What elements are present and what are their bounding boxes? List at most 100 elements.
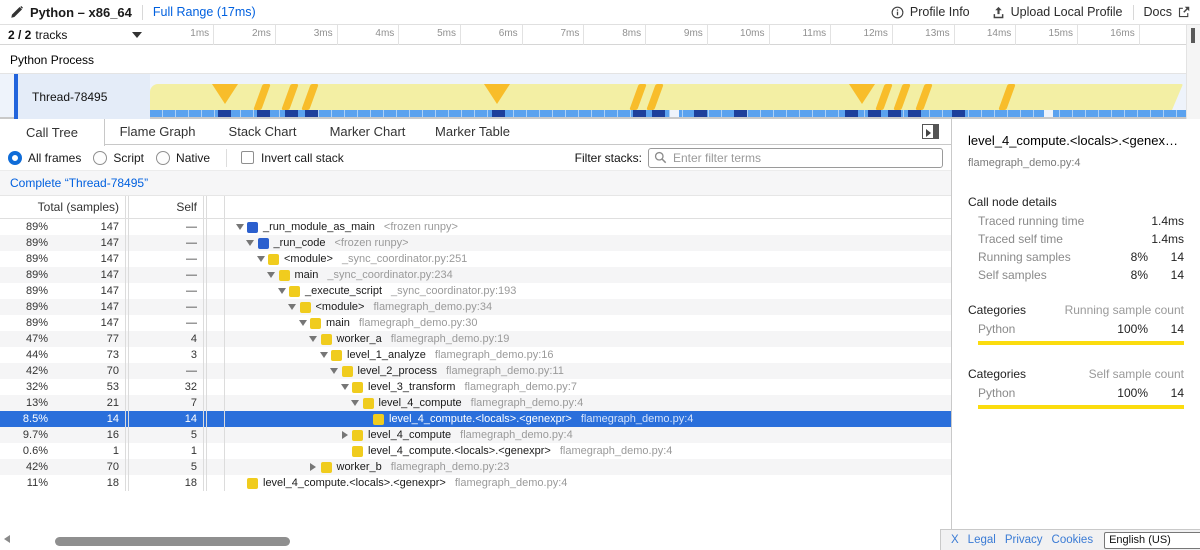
- category-color-icon: [321, 334, 332, 345]
- marker-slash-icon[interactable]: [915, 84, 932, 110]
- collapse-toggle-icon[interactable]: [286, 304, 299, 310]
- marker-slash-icon[interactable]: [253, 84, 270, 110]
- call-tree-row[interactable]: 9.7%165level_4_computeflamegraph_demo.py…: [0, 427, 951, 443]
- time-tick-label: 8ms: [583, 28, 641, 39]
- call-tree-row[interactable]: 89%147—_run_code<frozen runpy>: [0, 235, 951, 251]
- call-tree-row[interactable]: 89%147—<module>flamegraph_demo.py:34: [0, 299, 951, 315]
- call-tree-row[interactable]: 32%5332level_3_transformflamegraph_demo.…: [0, 379, 951, 395]
- collapse-toggle-icon[interactable]: [244, 240, 257, 246]
- categories-subtitle: Self sample count: [1089, 367, 1184, 381]
- call-tree-row[interactable]: 89%147—main_sync_coordinator.py:234: [0, 267, 951, 283]
- radio-script[interactable]: [93, 151, 107, 165]
- marker-slash-icon[interactable]: [646, 84, 663, 110]
- collapse-toggle-icon[interactable]: [265, 272, 278, 278]
- triangle-down-icon: [341, 384, 349, 390]
- call-tree-row[interactable]: 89%147—_execute_script_sync_coordinator.…: [0, 283, 951, 299]
- collapse-toggle-icon[interactable]: [275, 288, 288, 294]
- marker-slash-icon[interactable]: [629, 84, 646, 110]
- dense-samples-segment: [652, 110, 665, 117]
- upload-profile-button[interactable]: Upload Local Profile: [992, 5, 1123, 19]
- category-color-icon: [321, 462, 332, 473]
- call-tree-row[interactable]: 89%147—mainflamegraph_demo.py:30: [0, 315, 951, 331]
- tracks-dropdown[interactable]: 2 / 2 tracks: [0, 25, 150, 45]
- thread-activity-graph[interactable]: [150, 74, 1186, 119]
- divider: [142, 5, 143, 20]
- radio-label[interactable]: All frames: [28, 151, 81, 165]
- profile-info-button[interactable]: Profile Info: [891, 5, 970, 19]
- process-track-header[interactable]: Python Process: [0, 46, 1200, 74]
- collapse-toggle-icon[interactable]: [233, 224, 246, 230]
- marker-slash-icon[interactable]: [301, 84, 318, 110]
- breadcrumb-root-link[interactable]: Complete “Thread-78495”: [10, 176, 148, 190]
- expand-toggle-icon[interactable]: [307, 463, 320, 471]
- footer-link-privacy[interactable]: Privacy: [1005, 534, 1043, 546]
- thread-track-label[interactable]: Thread-78495: [18, 74, 150, 119]
- footer-link-cookies[interactable]: Cookies: [1052, 534, 1094, 546]
- column-header-total[interactable]: Total (samples): [0, 200, 125, 214]
- marker-slash-icon[interactable]: [893, 84, 910, 110]
- cell-function: level_4_computeflamegraph_demo.py:4: [225, 427, 951, 443]
- footer-link-x[interactable]: X: [951, 534, 959, 546]
- call-tree-row[interactable]: 47%774worker_aflamegraph_demo.py:19: [0, 331, 951, 347]
- marker-slash-icon[interactable]: [281, 84, 298, 110]
- radio-native[interactable]: [156, 151, 170, 165]
- scroll-left-arrow-icon[interactable]: [4, 535, 10, 543]
- call-tree-row[interactable]: 89%147—_run_module_as_main<frozen runpy>: [0, 219, 951, 235]
- thread-track[interactable]: Thread-78495: [0, 74, 1200, 119]
- profile-title[interactable]: Python – x86_64: [30, 5, 132, 20]
- triangle-right-icon: [310, 463, 316, 471]
- tab-marker-chart[interactable]: Marker Chart: [315, 119, 420, 144]
- radio-all-frames[interactable]: [8, 151, 22, 165]
- collapse-toggle-icon[interactable]: [349, 400, 362, 406]
- marker-slash-icon[interactable]: [998, 84, 1015, 110]
- docs-link[interactable]: Docs: [1144, 5, 1190, 19]
- cell-function: level_4_compute.<locals>.<genexpr>flameg…: [225, 475, 951, 491]
- horizontal-scrollbar-thumb[interactable]: [55, 537, 290, 546]
- invert-call-stack-checkbox[interactable]: [241, 151, 254, 164]
- marker-slash-icon[interactable]: [875, 84, 892, 110]
- call-tree-row[interactable]: 8.5%1414level_4_compute.<locals>.<genexp…: [0, 411, 951, 427]
- call-tree-row[interactable]: 11%1818level_4_compute.<locals>.<genexpr…: [0, 475, 951, 491]
- collapse-toggle-icon[interactable]: [254, 256, 267, 262]
- tracks-vertical-scrollbar[interactable]: [1186, 25, 1200, 119]
- call-tree-row[interactable]: 13%217level_4_computeflamegraph_demo.py:…: [0, 395, 951, 411]
- invert-call-stack-label[interactable]: Invert call stack: [261, 151, 344, 165]
- call-tree-row[interactable]: 44%733level_1_analyzeflamegraph_demo.py:…: [0, 347, 951, 363]
- radio-label[interactable]: Script: [113, 151, 144, 165]
- radio-label[interactable]: Native: [176, 151, 210, 165]
- marker-triangle-icon[interactable]: [484, 84, 510, 104]
- call-tree-row[interactable]: 89%147—<module>_sync_coordinator.py:251: [0, 251, 951, 267]
- footer-link-legal[interactable]: Legal: [968, 534, 996, 546]
- expand-toggle-icon[interactable]: [338, 431, 351, 439]
- column-header-self[interactable]: Self: [129, 200, 203, 214]
- cell-self-samples: 7: [129, 397, 203, 409]
- time-tick-label: 7ms: [521, 28, 579, 39]
- marker-triangle-icon[interactable]: [849, 84, 875, 104]
- scrollbar-thumb[interactable]: [1191, 28, 1195, 43]
- cell-total-samples: 73: [50, 349, 125, 361]
- full-range-link[interactable]: Full Range (17ms): [153, 5, 256, 19]
- language-select[interactable]: English (US): [1104, 532, 1200, 549]
- tab-flame-graph[interactable]: Flame Graph: [105, 119, 210, 144]
- tab-marker-table[interactable]: Marker Table: [420, 119, 525, 144]
- call-tree-row[interactable]: 42%70—level_2_processflamegraph_demo.py:…: [0, 363, 951, 379]
- filter-stacks-input[interactable]: [648, 148, 943, 168]
- tab-call-tree[interactable]: Call Tree: [0, 119, 105, 146]
- collapse-toggle-icon[interactable]: [296, 320, 309, 326]
- collapse-toggle-icon[interactable]: [317, 352, 330, 358]
- profile-name-group: Python – x86_64 Full Range (17ms): [10, 5, 256, 20]
- sidebar-toggle-button[interactable]: [922, 124, 939, 139]
- marker-triangle-icon[interactable]: [212, 84, 238, 104]
- edit-pencil-icon[interactable]: [10, 6, 23, 19]
- cell-self-samples: —: [129, 253, 203, 265]
- detail-label: Running samples: [968, 250, 1108, 264]
- call-tree-row[interactable]: 0.6%11level_4_compute.<locals>.<genexpr>…: [0, 443, 951, 459]
- collapse-toggle-icon[interactable]: [338, 384, 351, 390]
- file-location: flamegraph_demo.py:4: [460, 429, 573, 441]
- footer-links: X Legal Privacy Cookies: [951, 534, 1102, 546]
- call-tree-row[interactable]: 42%705worker_bflamegraph_demo.py:23: [0, 459, 951, 475]
- cell-self-samples: —: [129, 365, 203, 377]
- collapse-toggle-icon[interactable]: [328, 368, 341, 374]
- tab-stack-chart[interactable]: Stack Chart: [210, 119, 315, 144]
- collapse-toggle-icon[interactable]: [307, 336, 320, 342]
